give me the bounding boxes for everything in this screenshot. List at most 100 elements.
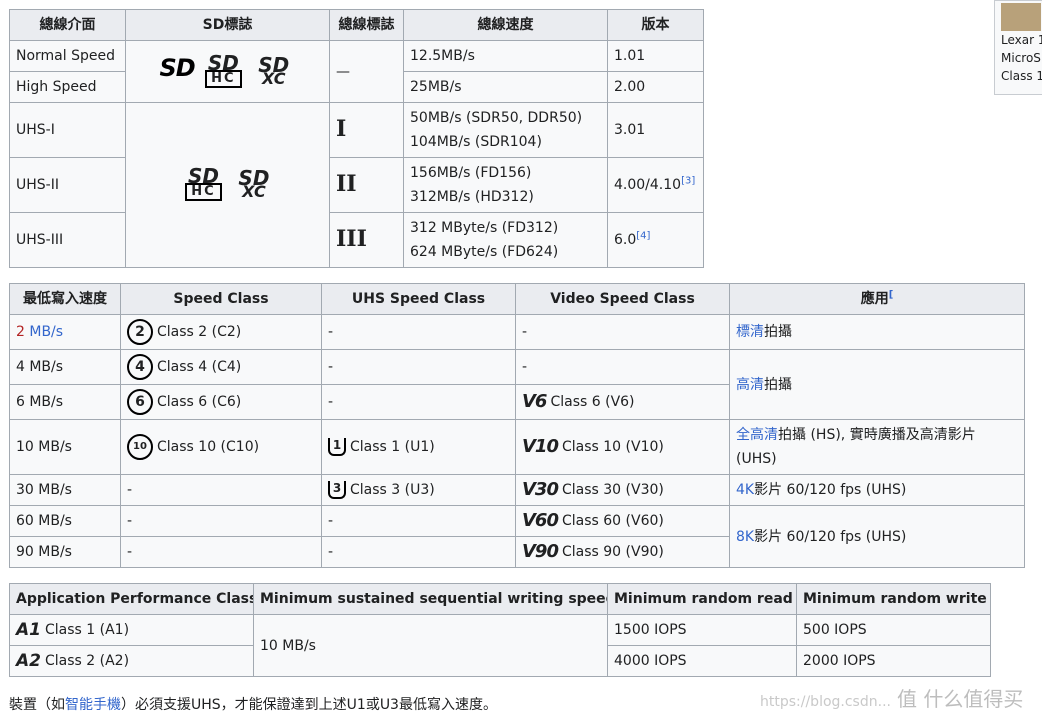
bus-interface-cell: UHS-I <box>9 102 126 158</box>
speed-class-cell: 10 Class 10 (C10) <box>120 419 322 475</box>
uhs-iii-mark-icon: III <box>336 225 367 252</box>
watermark-brand: 值 什么值得买 <box>896 687 1024 711</box>
application-cell: 全高清拍攝 (HS), 實時廣播及高清影片 (UHS) <box>729 419 1025 475</box>
class-2-icon: 2 <box>127 319 153 345</box>
sd-logos-cell: SD HC SD XC <box>125 102 330 268</box>
min-write-cell: 10 MB/s <box>9 419 121 475</box>
hd-video-link[interactable]: 高清 <box>736 377 764 393</box>
table-row: 4 MB/s 4 Class 4 (C4) - - 高清拍攝 <box>9 349 1025 420</box>
class-4-icon: 4 <box>127 354 153 380</box>
sd-card-image[interactable] <box>1001 3 1041 31</box>
v10-icon: V10 <box>522 436 559 457</box>
u3-icon: 3 <box>328 481 346 499</box>
sd-video-link[interactable]: 標清 <box>736 324 764 340</box>
u1-icon: 1 <box>328 438 346 456</box>
video-class-cell: V30 Class 30 (V30) <box>515 474 730 506</box>
watermark-url: https://blog.csdn... <box>760 694 891 710</box>
bus-interface-cell: UHS-III <box>9 212 126 268</box>
reference-link[interactable]: [4] <box>636 230 650 241</box>
video-class-cell: - <box>515 349 730 385</box>
header-min-write: 最低寫入速度 <box>9 283 121 315</box>
video-class-cell: - <box>515 314 730 350</box>
header-speed-class: Speed Class <box>120 283 322 315</box>
table-row: 30 MB/s - 3 Class 3 (U3) V30 Class 30 (V30… <box>9 474 1025 506</box>
bus-speed-cell: 12.5MB/s <box>403 40 608 72</box>
application-cell: 4K影片 60/120 fps (UHS) <box>729 474 1025 506</box>
reference-link[interactable]: [ <box>889 289 894 300</box>
sdxc-logo: SD XC <box>238 166 270 201</box>
footnote: 裝置（如智能手機）必須支援UHS，才能保證達到上述U1或U3最低寫入速度。 <box>9 697 497 713</box>
sd-card-thumbnail[interactable]: Lexar 1 MicroS Class 1 <box>994 0 1042 95</box>
bus-interface-table: 總線介面 SD標誌 總線標誌 總線速度 版本 Normal Speed SD S… <box>9 9 704 268</box>
thumbnail-caption-line: MicroS <box>1001 51 1041 65</box>
thumbnail-caption-line: Lexar 1 <box>1001 33 1042 47</box>
table-row: 2 MB/s 2 Class 2 (C2) - - 標清拍攝 <box>9 314 1025 350</box>
header-bus-speed: 總線速度 <box>403 9 608 41</box>
random-write-cell: 500 IOPS <box>796 614 991 646</box>
header-random-read: Minimum random read <box>607 583 797 615</box>
bus-speed-cell: 50MB/s (SDR50, DDR50) 104MB/s (SDR104) <box>403 102 608 158</box>
bus-interface-cell: Normal Speed <box>9 40 126 72</box>
version-cell: 2.00 <box>607 71 704 103</box>
application-cell: 高清拍攝 <box>729 349 1025 420</box>
sd-logos-cell: SD SD HC SD XC <box>125 40 330 103</box>
uhs-mark-cell: III <box>329 212 404 268</box>
table-row: UHS-III III 312 MByte/s (FD312) 624 MByte… <box>9 212 704 268</box>
version-cell: 1.01 <box>607 40 704 72</box>
sdxc-logo: SD XC <box>258 52 290 88</box>
speed-class-cell: - <box>120 505 322 537</box>
uhs-class-cell: - <box>321 505 516 537</box>
application-cell: 標清拍攝 <box>729 314 1025 350</box>
header-sd-logo: SD標誌 <box>125 9 330 41</box>
bus-interface-cell: High Speed <box>9 71 126 103</box>
min-write-cell: 90 MB/s <box>9 536 121 568</box>
application-cell: 8K影片 60/120 fps (UHS) <box>729 505 1025 568</box>
min-write-cell: 60 MB/s <box>9 505 121 537</box>
uhs-class-cell: - <box>321 536 516 568</box>
speed-class-cell: 4 Class 4 (C4) <box>120 349 322 385</box>
header-random-write: Minimum random write <box>796 583 991 615</box>
header-application: 應用[ <box>729 283 1025 315</box>
a1-icon: A1 <box>16 620 41 640</box>
a2-icon: A2 <box>16 651 41 671</box>
mbs-link[interactable]: MB/s <box>29 324 63 340</box>
min-write-cell: 2 MB/s <box>9 314 121 350</box>
speed-class-table: 最低寫入速度 Speed Class UHS Speed Class Video… <box>9 283 1025 568</box>
version-cell: 6.0[4] <box>607 212 704 268</box>
video-class-cell: V90 Class 90 (V90) <box>515 536 730 568</box>
header-bus-interface: 總線介面 <box>9 9 126 41</box>
smartphone-link[interactable]: 智能手機 <box>65 697 121 713</box>
video-class-cell: V60 Class 60 (V60) <box>515 505 730 537</box>
bus-mark-cell: — <box>329 40 404 103</box>
header-seq-write: Minimum sustained sequential writing spe… <box>253 583 608 615</box>
class-10-icon: 10 <box>127 434 153 460</box>
uhs-class-cell: - <box>321 314 516 350</box>
class-6-icon: 6 <box>127 389 153 415</box>
uhs-i-mark-icon: I <box>336 115 347 142</box>
header-app-class: Application Performance Class <box>9 583 254 615</box>
app-class-cell: A2 Class 2 (A2) <box>9 645 254 677</box>
uhs-class-cell: - <box>321 349 516 385</box>
table-row: UHS-I SD HC SD XC I 50MB/s (SDR50, DDR50) 1… <box>9 102 704 268</box>
random-read-cell: 4000 IOPS <box>607 645 797 677</box>
random-write-cell: 2000 IOPS <box>796 645 991 677</box>
version-cell: 4.00/4.10[3] <box>607 157 704 213</box>
table-row: A1 Class 1 (A1) 10 MB/s 1500 IOPS 500 IOP… <box>9 614 991 677</box>
bus-speed-cell: 156MB/s (FD156) 312MB/s (HD312) <box>403 157 608 213</box>
v90-icon: V90 <box>522 541 559 562</box>
watermark: https://blog.csdn... 值 什么值得买 <box>760 683 1023 712</box>
bus-interface-cell: UHS-II <box>9 157 126 213</box>
seq-write-cell: 10 MB/s <box>253 614 608 677</box>
random-read-cell: 1500 IOPS <box>607 614 797 646</box>
reference-link[interactable]: [3] <box>681 175 695 186</box>
sdhc-logo: SD HC <box>185 166 222 201</box>
thumbnail-caption-line: Class 1 <box>1001 69 1042 83</box>
min-write-cell: 30 MB/s <box>9 474 121 506</box>
8k-link[interactable]: 8K <box>736 529 754 545</box>
v6-icon: V6 <box>522 391 547 412</box>
speed-class-cell: 6 Class 6 (C6) <box>120 384 322 420</box>
min-write-cell: 4 MB/s <box>9 349 121 385</box>
4k-link[interactable]: 4K <box>736 482 754 498</box>
full-hd-link[interactable]: 全高清 <box>736 427 778 443</box>
video-class-cell: V6 Class 6 (V6) <box>515 384 730 420</box>
